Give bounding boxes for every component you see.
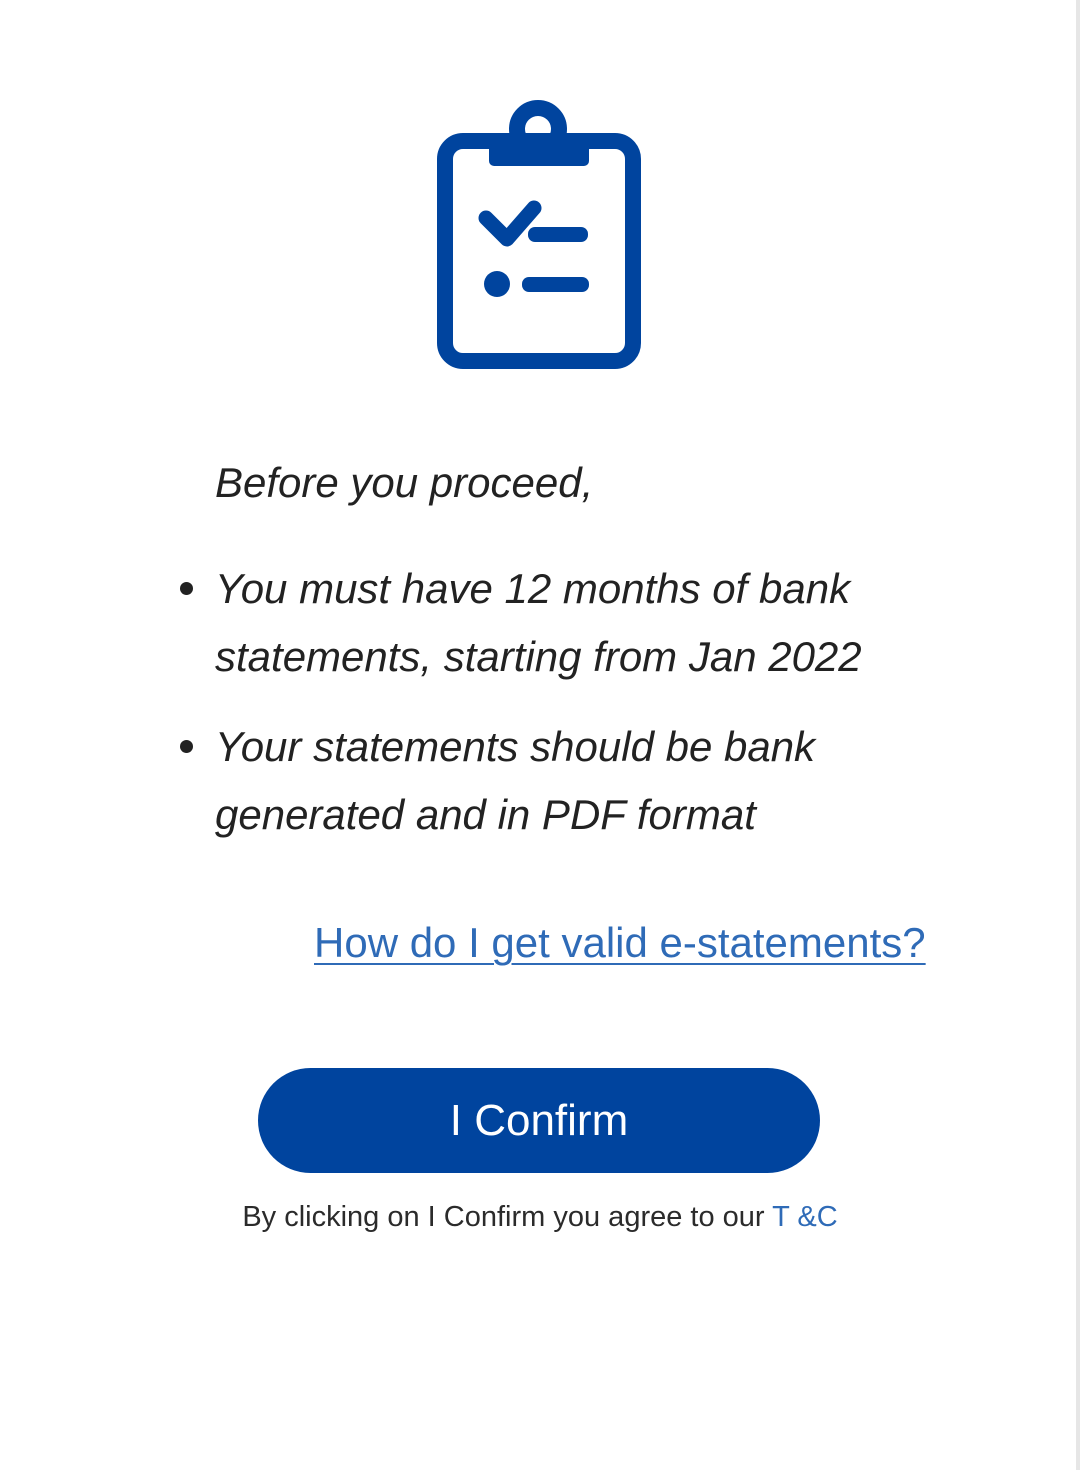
confirm-button[interactable]: I Confirm: [258, 1068, 820, 1173]
bullet-icon: [180, 740, 193, 753]
requirement-text: Your statements should be bank generated…: [215, 723, 816, 838]
valid-e-statements-help-link[interactable]: How do I get valid e-statements?: [314, 915, 926, 971]
requirement-item: Your statements should be bank generated…: [0, 713, 935, 849]
bullet-icon: [180, 582, 193, 595]
requirement-text: You must have 12 months of bank statemen…: [215, 565, 862, 680]
terms-notice: By clicking on I Confirm you agree to ou…: [0, 1197, 1080, 1237]
requirement-item: You must have 12 months of bank statemen…: [0, 555, 935, 691]
terms-and-conditions-link[interactable]: T &C: [772, 1201, 838, 1233]
clipboard-checklist-icon: [437, 100, 641, 369]
intro-text: Before you proceed,: [215, 459, 594, 506]
terms-prefix-text: By clicking on I Confirm you agree to ou…: [242, 1201, 773, 1233]
requirements-list: You must have 12 months of bank statemen…: [0, 555, 1080, 871]
